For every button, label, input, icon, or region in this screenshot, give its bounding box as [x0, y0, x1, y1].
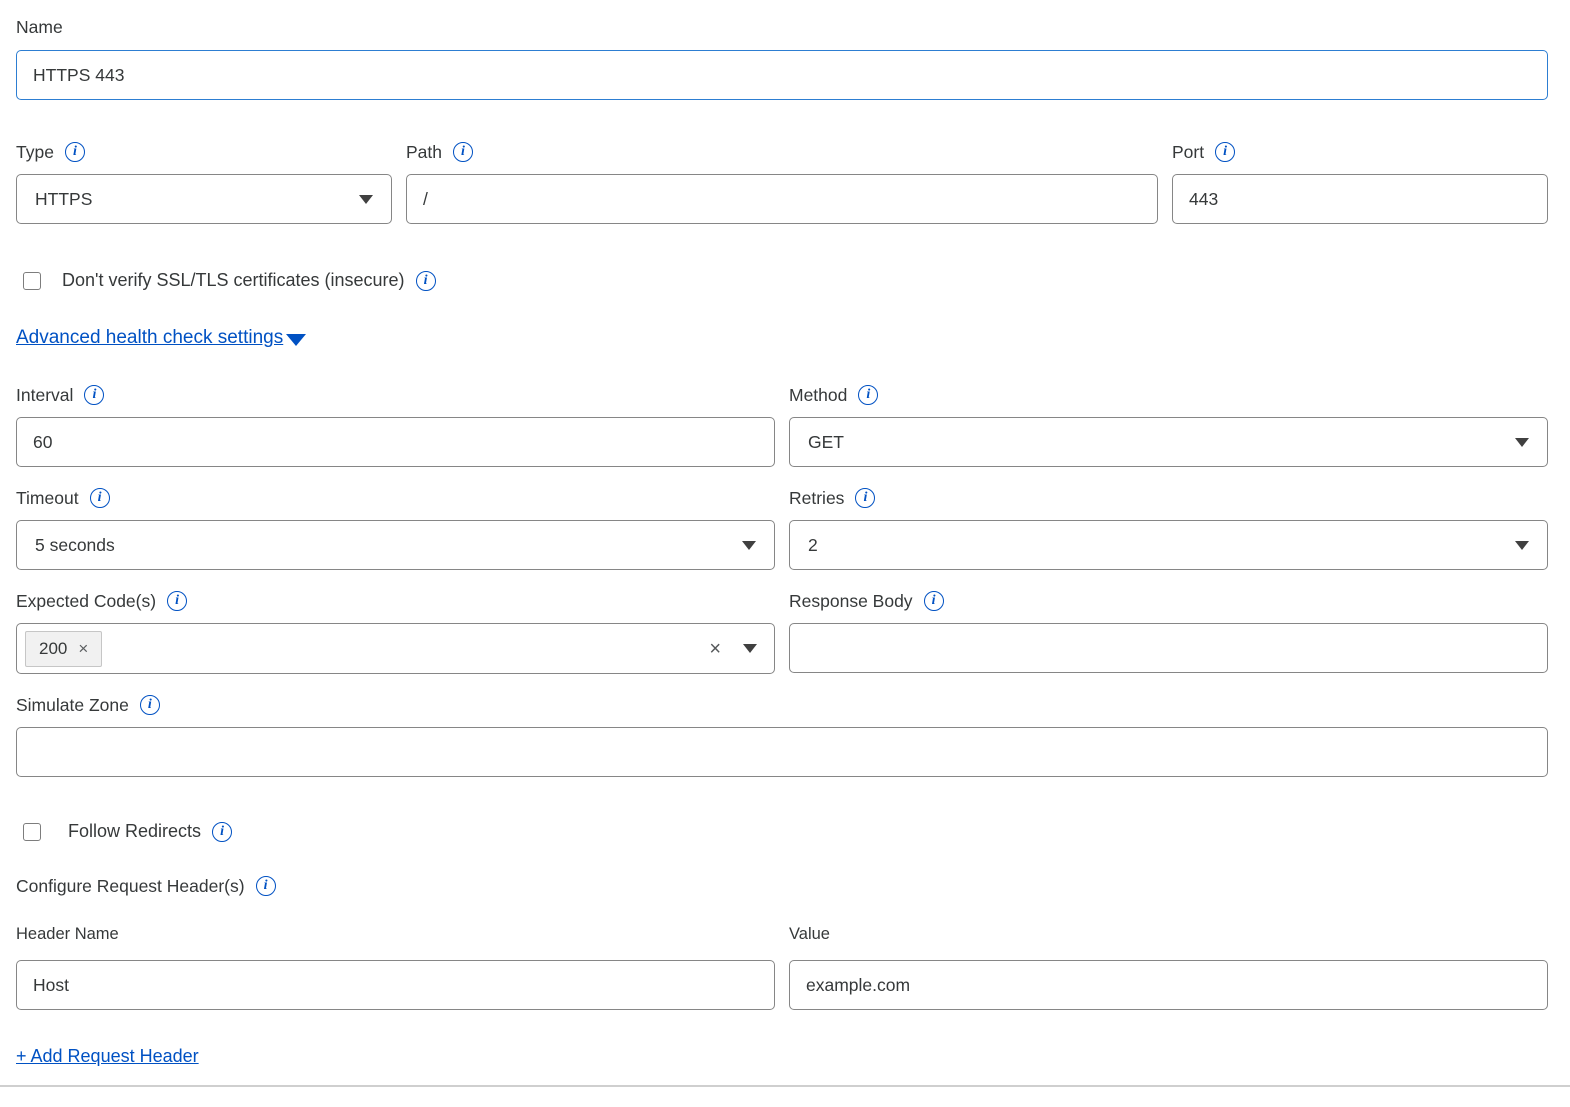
chevron-down-icon [743, 644, 757, 653]
type-path-port-row: Type i HTTPS Path i Port i [16, 140, 1548, 224]
retries-field-group: Retries i 2 [789, 486, 1548, 570]
info-icon[interactable]: i [256, 876, 276, 896]
interval-field-group: Interval i [16, 383, 775, 467]
retries-label: Retries [789, 488, 844, 509]
interval-method-row: Interval i Method i GET [16, 383, 1548, 467]
advanced-settings-link-label: Advanced health check settings [16, 327, 283, 349]
response-body-field-group: Response Body i [789, 589, 1548, 674]
response-body-input[interactable] [789, 623, 1548, 673]
chevron-down-icon [742, 541, 756, 550]
verify-ssl-checkbox[interactable] [23, 272, 41, 290]
name-input[interactable] [16, 50, 1548, 100]
header-name-column-label: Header Name [16, 925, 119, 944]
verify-ssl-label: Don't verify SSL/TLS certificates (insec… [62, 270, 405, 291]
path-field-group: Path i [406, 140, 1158, 224]
code-tag: 200 × [25, 631, 102, 667]
method-select[interactable]: GET [789, 417, 1548, 467]
timeout-select[interactable]: 5 seconds [16, 520, 775, 570]
interval-label: Interval [16, 385, 73, 406]
info-icon[interactable]: i [167, 591, 187, 611]
interval-input[interactable] [16, 417, 775, 467]
request-headers-title: Configure Request Header(s) [16, 876, 245, 897]
tag-remove-icon[interactable]: × [78, 640, 88, 657]
simulate-zone-input[interactable] [16, 727, 1548, 777]
chevron-down-icon [1515, 541, 1529, 550]
method-label: Method [789, 385, 847, 406]
header-value-column-label: Value [789, 925, 830, 944]
codes-body-row: Expected Code(s) i 200 × × Response Body… [16, 589, 1548, 674]
retries-select[interactable]: 2 [789, 520, 1548, 570]
port-label: Port [1172, 142, 1204, 163]
method-select-value: GET [808, 432, 1515, 453]
timeout-label: Timeout [16, 488, 79, 509]
info-icon[interactable]: i [90, 488, 110, 508]
simulate-zone-field-group: Simulate Zone i [16, 693, 1548, 777]
request-headers-title-row: Configure Request Header(s) i [16, 874, 1548, 898]
info-icon[interactable]: i [84, 385, 104, 405]
path-label: Path [406, 142, 442, 163]
type-field-group: Type i HTTPS [16, 140, 392, 224]
type-label: Type [16, 142, 54, 163]
type-select-value: HTTPS [35, 189, 359, 210]
follow-redirects-checkbox[interactable] [23, 823, 41, 841]
advanced-settings-row: Advanced health check settings [16, 327, 1548, 353]
info-icon[interactable]: i [858, 385, 878, 405]
expected-codes-multiselect[interactable]: 200 × × [16, 623, 775, 674]
request-header-row: Header Name Value [16, 923, 1548, 1010]
simulate-zone-label: Simulate Zone [16, 695, 129, 716]
timeout-field-group: Timeout i 5 seconds [16, 486, 775, 570]
type-select[interactable]: HTTPS [16, 174, 392, 224]
verify-ssl-row: Don't verify SSL/TLS certificates (insec… [16, 270, 1548, 291]
follow-redirects-label: Follow Redirects [68, 821, 201, 842]
info-icon[interactable]: i [140, 695, 160, 715]
name-label: Name [16, 17, 63, 38]
add-header-row: + Add Request Header [16, 1046, 1548, 1068]
info-icon[interactable]: i [212, 822, 232, 842]
triangle-down-icon [286, 334, 306, 346]
response-body-label: Response Body [789, 591, 913, 612]
name-field-group: Name [16, 16, 1548, 100]
header-value-input[interactable] [789, 960, 1548, 1010]
info-icon[interactable]: i [65, 142, 85, 162]
header-name-field-group: Header Name [16, 923, 775, 1010]
info-icon[interactable]: i [855, 488, 875, 508]
info-icon[interactable]: i [416, 271, 436, 291]
section-divider [0, 1085, 1570, 1087]
health-check-form: Name Type i HTTPS Path i Port i [0, 0, 1570, 1068]
timeout-retries-row: Timeout i 5 seconds Retries i 2 [16, 486, 1548, 570]
timeout-select-value: 5 seconds [35, 535, 742, 556]
info-icon[interactable]: i [924, 591, 944, 611]
clear-all-icon[interactable]: × [709, 639, 721, 659]
info-icon[interactable]: i [1215, 142, 1235, 162]
expected-codes-label: Expected Code(s) [16, 591, 156, 612]
port-field-group: Port i [1172, 140, 1548, 224]
path-input[interactable] [406, 174, 1158, 224]
chevron-down-icon [1515, 438, 1529, 447]
retries-select-value: 2 [808, 535, 1515, 556]
header-name-input[interactable] [16, 960, 775, 1010]
info-icon[interactable]: i [453, 142, 473, 162]
chevron-down-icon [359, 195, 373, 204]
expected-codes-field-group: Expected Code(s) i 200 × × [16, 589, 775, 674]
code-tag-label: 200 [39, 639, 67, 659]
port-input[interactable] [1172, 174, 1548, 224]
method-field-group: Method i GET [789, 383, 1548, 467]
header-value-field-group: Value [789, 923, 1548, 1010]
follow-redirects-row: Follow Redirects i [16, 821, 1548, 842]
add-request-header-link[interactable]: + Add Request Header [16, 1046, 199, 1067]
advanced-settings-link[interactable]: Advanced health check settings [16, 327, 306, 349]
